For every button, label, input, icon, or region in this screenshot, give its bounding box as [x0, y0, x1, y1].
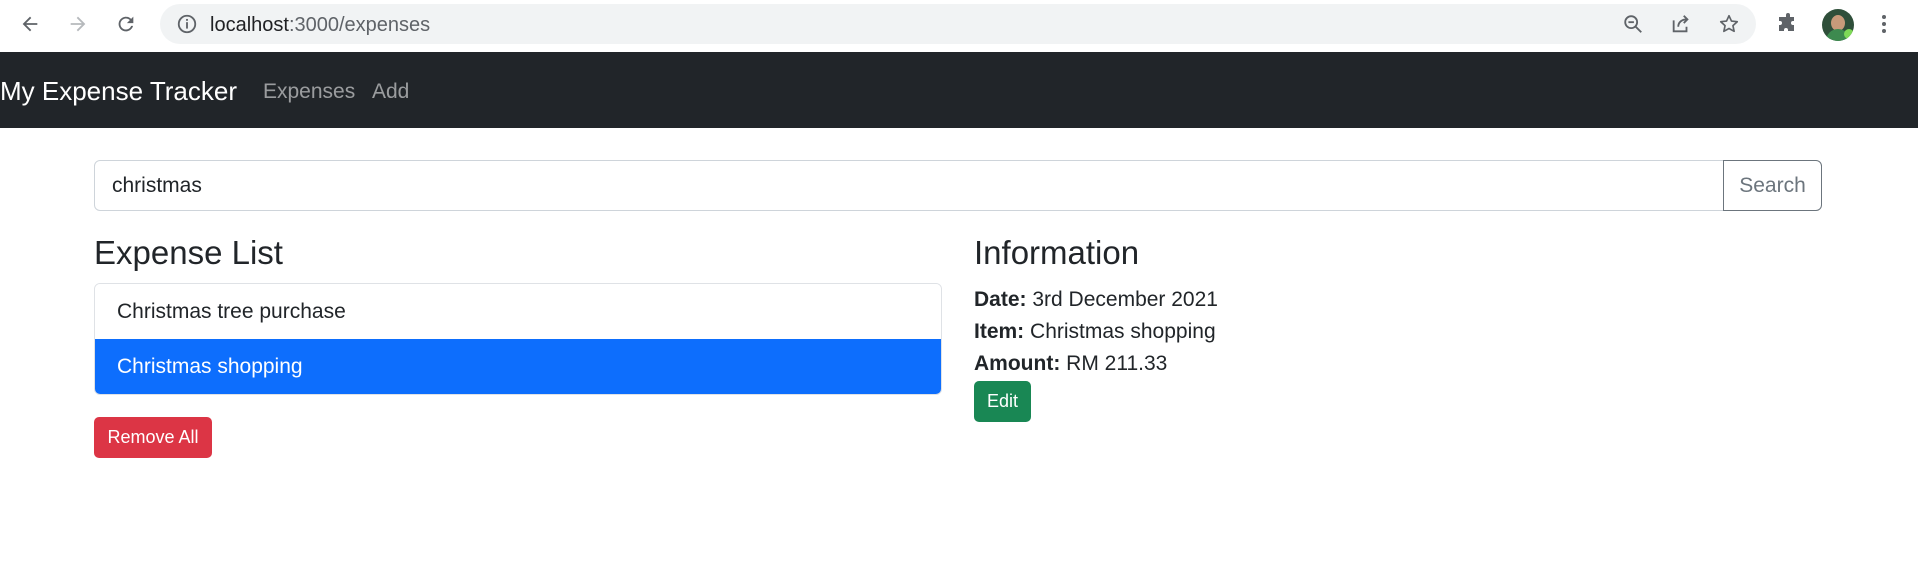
info-date: Date: 3rd December 2021	[974, 288, 1218, 312]
site-info-icon[interactable]	[176, 13, 198, 35]
search-button[interactable]: Search	[1723, 160, 1822, 211]
url-path: :3000/expenses	[288, 14, 431, 36]
back-icon[interactable]	[12, 6, 48, 42]
information-heading: Information	[974, 234, 1140, 271]
bookmark-star-icon[interactable]	[1718, 13, 1740, 35]
info-item-label: Item:	[974, 320, 1025, 343]
extensions-icon[interactable]	[1776, 12, 1800, 36]
profile-avatar[interactable]	[1822, 9, 1854, 41]
remove-all-button[interactable]: Remove All	[94, 417, 212, 458]
browser-toolbar: localhost:3000/expenses	[0, 0, 1918, 52]
reload-icon[interactable]	[108, 6, 144, 42]
info-date-value: 3rd December 2021	[1032, 288, 1218, 311]
forward-icon[interactable]	[60, 6, 96, 42]
info-item-value: Christmas shopping	[1030, 320, 1216, 343]
expense-list-heading: Expense List	[94, 234, 283, 271]
expense-list: Christmas tree purchase Christmas shoppi…	[94, 283, 942, 395]
list-item[interactable]: Christmas tree purchase	[95, 284, 941, 339]
info-amount: Amount: RM 211.33	[974, 352, 1167, 376]
address-bar[interactable]: localhost:3000/expenses	[160, 4, 1756, 44]
share-icon[interactable]	[1670, 13, 1692, 35]
list-item-active[interactable]: Christmas shopping	[95, 339, 941, 394]
app-navbar: My Expense Tracker Expenses Add	[0, 52, 1918, 128]
info-amount-value: RM 211.33	[1066, 352, 1168, 375]
info-date-label: Date:	[974, 288, 1027, 311]
url-host: localhost	[210, 14, 289, 36]
edit-button[interactable]: Edit	[974, 381, 1031, 422]
info-item: Item: Christmas shopping	[974, 320, 1216, 344]
zoom-out-icon[interactable]	[1622, 13, 1644, 35]
nav-link-expenses[interactable]: Expenses	[263, 80, 355, 104]
nav-link-add[interactable]: Add	[372, 80, 409, 104]
info-amount-label: Amount:	[974, 352, 1061, 375]
search-input[interactable]	[94, 160, 1724, 211]
menu-kebab-icon[interactable]	[1872, 12, 1896, 36]
url-text: localhost:3000/expenses	[210, 14, 430, 37]
brand-link[interactable]: My Expense Tracker	[0, 76, 237, 107]
